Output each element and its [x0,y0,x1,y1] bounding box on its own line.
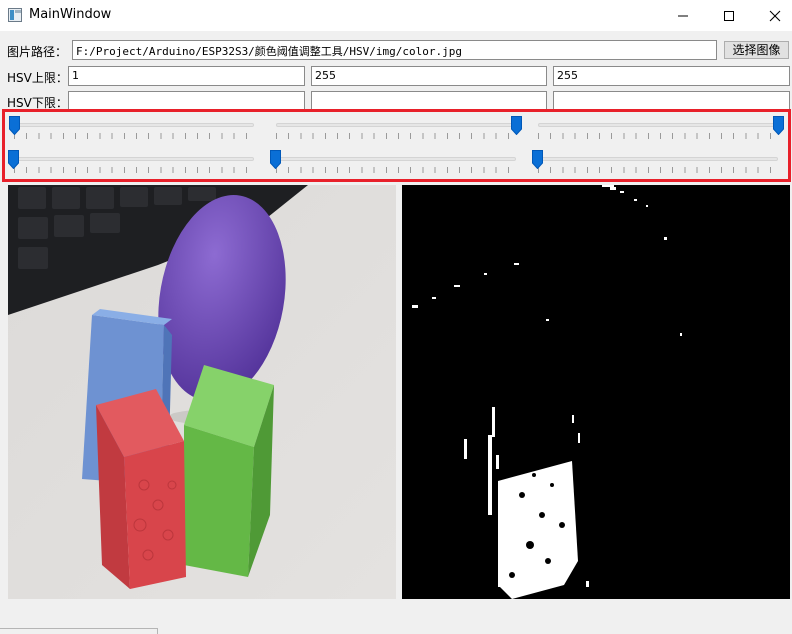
original-image [8,185,396,599]
minimize-button[interactable] [660,0,706,31]
slider-groove [14,123,254,127]
slider-handle[interactable] [270,150,281,169]
hsv-lower-v-input[interactable] [553,91,790,111]
slider-ticks [538,167,778,173]
slider-handle[interactable] [511,116,522,135]
slider-ticks [14,133,254,139]
maximize-icon [724,11,734,21]
slider-handle[interactable] [8,150,19,169]
app-window-icon [8,8,22,22]
slider-groove [276,157,516,161]
slider-handle[interactable] [773,116,784,135]
slider-handle-icon [8,150,19,169]
hsv-upper-h-input[interactable]: 1 [68,66,305,86]
select-image-button[interactable]: 选择图像 [724,41,789,59]
slider-groove [276,123,516,127]
slider-ticks [276,167,516,173]
image-path-label: 图片路径： [7,45,68,59]
hsv-upper-s-input[interactable]: 255 [311,66,547,86]
slider-upper-h[interactable] [8,116,260,144]
slider-upper-v[interactable] [532,116,784,144]
hsv-lower-h-input[interactable] [68,91,305,111]
main-window: MainWindow 图片路径： F:/Project/Arduino/ESP3… [0,0,792,634]
slider-lower-v[interactable] [532,150,784,178]
minimize-icon [678,15,688,17]
hsv-upper-v-input[interactable]: 255 [553,66,790,86]
slider-upper-s[interactable] [270,116,522,144]
slider-handle-icon [532,150,543,169]
hsv-upper-label: HSV上限： [7,71,68,85]
slider-groove [14,157,254,161]
slider-handle[interactable] [532,150,543,169]
image-path-input[interactable]: F:/Project/Arduino/ESP32S3/颜色阈值调整工具/HSV/… [72,40,717,60]
status-bar [0,628,158,634]
slider-handle-icon [773,116,784,135]
slider-groove [538,157,778,161]
slider-ticks [538,133,778,139]
hsv-lower-s-input[interactable] [311,91,547,111]
slider-group-highlight [2,109,791,182]
window-title: MainWindow [29,7,112,22]
slider-ticks [14,167,254,173]
title-bar[interactable]: MainWindow [0,0,792,31]
slider-lower-h[interactable] [8,150,260,178]
maximize-button[interactable] [706,0,752,31]
mask-image [402,185,790,599]
slider-handle-icon [9,116,21,135]
slider-lower-s[interactable] [270,150,522,178]
close-button[interactable] [752,0,792,31]
slider-ticks [276,133,516,139]
slider-handle[interactable] [9,116,21,135]
slider-groove [538,123,778,127]
slider-handle-icon [511,116,522,135]
close-icon [769,10,781,22]
slider-handle-icon [270,150,281,169]
